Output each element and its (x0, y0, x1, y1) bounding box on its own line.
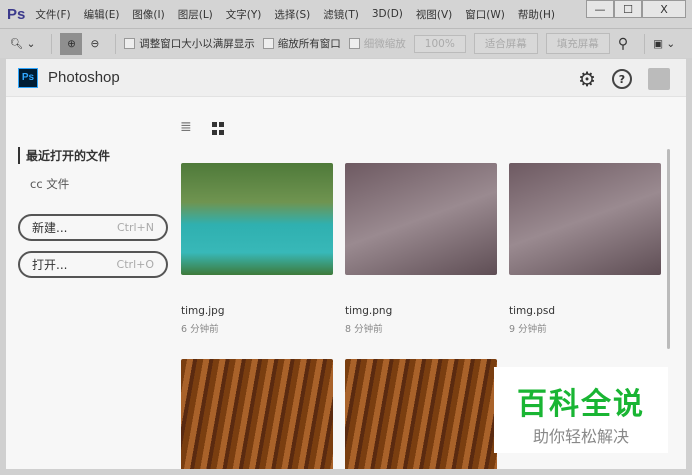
open-button[interactable]: 打开... Ctrl+O (18, 251, 168, 278)
divider (51, 33, 53, 54)
maximize-button[interactable]: ☐ (614, 0, 642, 18)
menu-window[interactable]: 窗口(W) (465, 7, 505, 22)
divider (644, 33, 646, 54)
home-title: Photoshop (48, 69, 120, 86)
zoom-in-icon[interactable]: ⊕ (60, 32, 83, 55)
file-name: timg.png (345, 305, 393, 317)
zoom-tool-icon[interactable]: 🔍︎ ⌄ (10, 37, 35, 50)
resize-windows-checkbox[interactable]: 调整窗口大小以满屏显示 (124, 36, 255, 51)
fill-screen-button[interactable]: 填充屏幕 (545, 33, 610, 54)
watermark: 百科全说 助你轻松解决 (494, 367, 668, 453)
file-time: 6 分钟前 (181, 324, 219, 335)
options-bar: 🔍︎ ⌄ ⊕ ⊖ 调整窗口大小以满屏显示 缩放所有窗口 细微缩放 100% 适合… (0, 28, 692, 58)
watermark-title: 百科全说 (517, 387, 645, 422)
menu-filter[interactable]: 滤镜(T) (323, 7, 359, 22)
divider (115, 33, 117, 54)
file-name: timg.jpg (181, 305, 225, 317)
minimize-button[interactable]: — (586, 0, 614, 18)
list-view-icon[interactable]: ≣ (180, 119, 192, 135)
zoom-all-checkbox[interactable]: 缩放所有窗口 (262, 36, 341, 51)
menu-edit[interactable]: 编辑(E) (84, 7, 120, 22)
fit-screen-button[interactable]: 适合屏幕 (473, 33, 538, 54)
sidebar-item-cc-files[interactable]: cc 文件 (30, 176, 168, 192)
search-icon[interactable]: ⚲ (618, 36, 628, 52)
menu-select[interactable]: 选择(S) (274, 7, 310, 22)
file-thumbnail (509, 163, 661, 275)
menu-3d[interactable]: 3D(D) (372, 8, 403, 20)
file-thumbnail (181, 163, 333, 275)
file-card[interactable]: timg.jpg 6 分钟前 (181, 163, 333, 335)
file-card[interactable]: timg.png 8 分钟前 (345, 163, 497, 335)
home-header: Ps Photoshop ⚙ ? (6, 59, 686, 97)
file-thumbnail (181, 359, 333, 469)
watermark-subtitle: 助你轻松解决 (532, 427, 629, 446)
zoom-out-icon[interactable]: ⊖ (90, 38, 99, 50)
menu-view[interactable]: 视图(V) (416, 7, 452, 22)
menu-type[interactable]: 文字(Y) (226, 7, 262, 22)
close-button[interactable]: X (642, 0, 686, 18)
file-time: 9 分钟前 (509, 324, 547, 335)
gear-icon[interactable]: ⚙ (578, 67, 596, 91)
zoom-100-button[interactable]: 100% (413, 34, 466, 53)
file-thumbnail (345, 163, 497, 275)
grid-view-icon[interactable] (211, 122, 224, 135)
menu-help[interactable]: 帮助(H) (518, 7, 555, 22)
sidebar-item-recent[interactable]: 最近打开的文件 (18, 147, 168, 164)
file-card[interactable] (181, 359, 333, 469)
scrollbar[interactable] (667, 149, 670, 349)
menu-layer[interactable]: 图层(L) (178, 7, 213, 22)
help-icon[interactable]: ? (612, 69, 632, 89)
photoshop-icon: Ps (18, 67, 38, 88)
file-thumbnail (345, 359, 497, 469)
new-button[interactable]: 新建... Ctrl+N (18, 214, 168, 241)
ps-logo: Ps (7, 5, 26, 23)
workspace-icon[interactable]: ▣ ⌄ (653, 38, 675, 50)
file-time: 8 分钟前 (345, 324, 383, 335)
scrubby-zoom-checkbox[interactable]: 细微缩放 (348, 36, 406, 51)
file-name: timg.psd (509, 305, 556, 317)
menu-bar: Ps 文件(F) 编辑(E) 图像(I) 图层(L) 文字(Y) 选择(S) 滤… (0, 0, 692, 28)
avatar[interactable] (648, 68, 670, 90)
file-card[interactable] (345, 359, 497, 469)
menu-file[interactable]: 文件(F) (35, 7, 70, 22)
menu-image[interactable]: 图像(I) (132, 7, 164, 22)
file-card[interactable]: timg.psd 9 分钟前 (509, 163, 661, 335)
